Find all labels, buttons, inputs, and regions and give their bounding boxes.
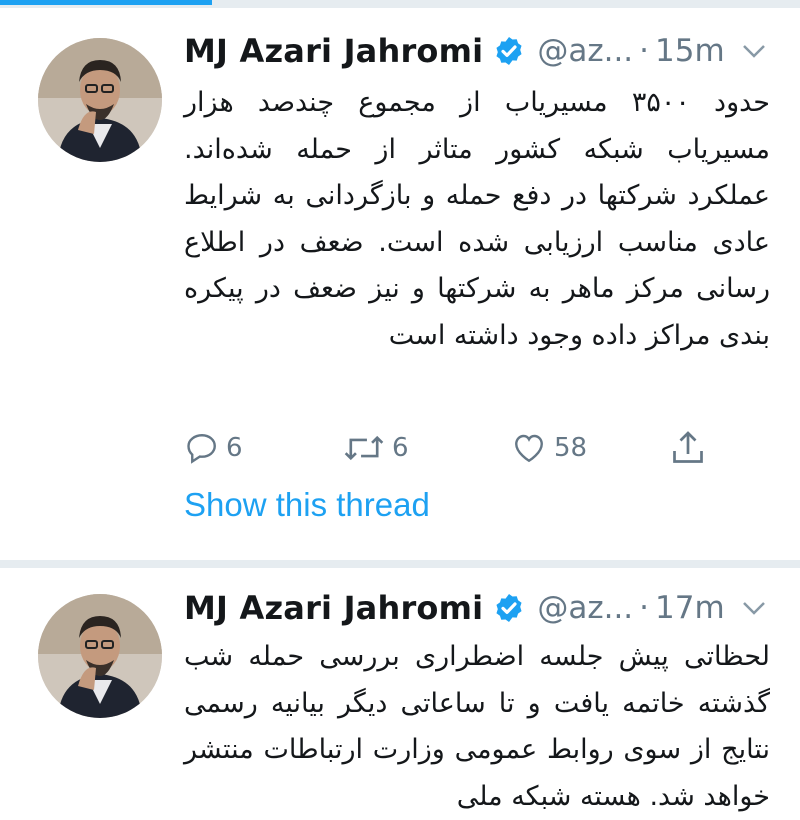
like-button[interactable]: 58 (510, 418, 587, 478)
reply-icon (187, 434, 216, 464)
verified-badge-icon (496, 594, 522, 622)
like-count: 58 (554, 433, 588, 463)
avatar-photo-icon (38, 594, 162, 718)
separator-dot: · (639, 33, 650, 69)
retweet-button[interactable]: 6 (342, 418, 409, 478)
active-tab-underline (0, 0, 212, 5)
tweet-timestamp[interactable]: 17m (655, 590, 725, 626)
reply-count: 6 (226, 433, 243, 463)
tweet-header: MJ Azari Jahromi @az... · 15m (184, 23, 770, 79)
show-thread-link[interactable]: Show this thread (184, 486, 430, 524)
tweet-header: MJ Azari Jahromi @az... · 17m (184, 580, 770, 636)
retweet-count: 6 (392, 433, 409, 463)
share-icon (673, 431, 703, 463)
tweet-actions: 6 6 58 (184, 418, 744, 478)
heart-icon (515, 434, 543, 463)
avatar-photo-icon (38, 38, 162, 162)
top-tab-indicator (0, 0, 800, 8)
chevron-down-icon[interactable] (739, 593, 769, 623)
tweet-text: لحظاتی پیش جلسه اضطراری بررسی حمله شب گذ… (184, 641, 770, 812)
tweet[interactable]: MJ Azari Jahromi @az... · 17m لحظاتی پیش… (0, 568, 800, 812)
share-button[interactable] (670, 418, 706, 478)
tweet-separator (0, 560, 800, 568)
verified-badge-icon (496, 37, 522, 65)
avatar[interactable] (38, 38, 162, 162)
author-name[interactable]: MJ Azari Jahromi (184, 589, 483, 627)
author-name[interactable]: MJ Azari Jahromi (184, 32, 483, 70)
author-handle[interactable]: @az... (537, 590, 633, 626)
separator-dot: · (639, 590, 650, 626)
tweet-text: حدود ۳۵۰۰ مسیریاب از مجموع چندصد هزار مس… (184, 87, 770, 351)
tweet[interactable]: MJ Azari Jahromi @az... · 15m حدود ۳۵۰۰ … (0, 8, 800, 568)
retweet-icon (344, 435, 384, 461)
avatar[interactable] (38, 594, 162, 718)
tweet-timestamp[interactable]: 15m (655, 33, 725, 69)
author-handle[interactable]: @az... (537, 33, 633, 69)
reply-button[interactable]: 6 (184, 418, 243, 478)
chevron-down-icon[interactable] (739, 36, 769, 66)
